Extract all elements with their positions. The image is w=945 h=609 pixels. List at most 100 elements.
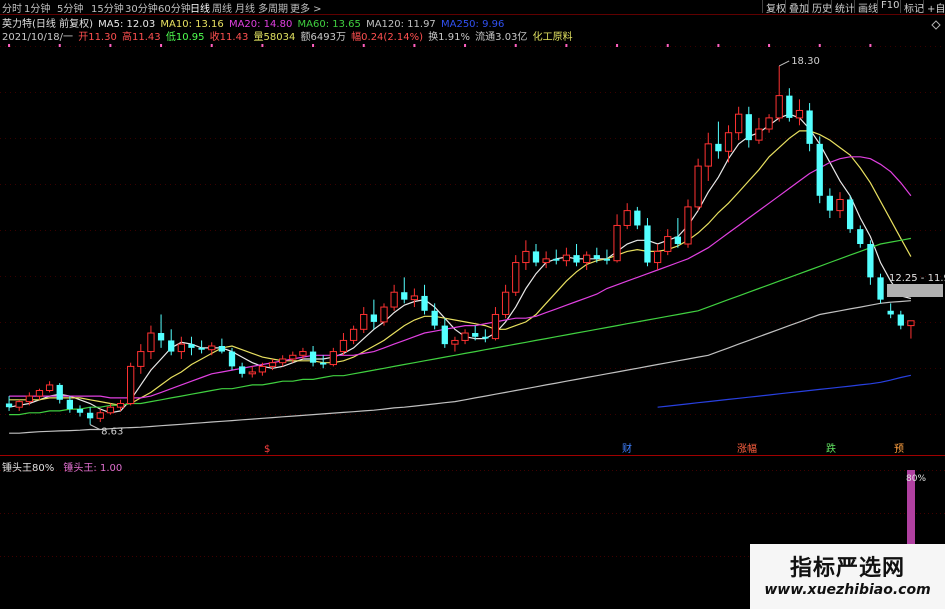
candle-up (279, 355, 287, 367)
candle-body (5, 403, 13, 408)
candle-down (867, 240, 874, 285)
candle-up (512, 255, 520, 296)
candle-down (826, 188, 834, 219)
candle-body (735, 113, 743, 134)
candle-body (320, 362, 327, 365)
candle-body (309, 351, 317, 363)
candle-up (653, 244, 662, 270)
candle-body (482, 336, 489, 339)
candle-up (127, 362, 135, 406)
candle-body (390, 291, 398, 308)
candle-body (724, 132, 733, 152)
candle-body (603, 258, 611, 261)
candle-down (532, 244, 540, 267)
candle-body (339, 339, 348, 353)
candle-down (66, 396, 74, 413)
candle-body (907, 320, 915, 327)
candle-up (491, 307, 500, 341)
candle-body (623, 210, 631, 226)
candle-up (360, 307, 368, 334)
top-tick-marker (261, 44, 264, 47)
candle-body (583, 254, 591, 264)
top-tick-marker (8, 44, 11, 47)
candle-body (795, 109, 804, 119)
candle-body (279, 358, 287, 364)
candle-body (491, 313, 500, 340)
candle-up (704, 132, 712, 181)
top-tick-marker (514, 44, 517, 47)
candle-up (451, 336, 459, 352)
top-tick-marker (717, 44, 720, 47)
event-marker: 财 (622, 442, 632, 455)
candle-body (826, 195, 834, 211)
candle-body (35, 390, 44, 397)
top-tick-marker (666, 44, 669, 47)
low-label: 8.63 (101, 427, 123, 438)
top-tick-marker (58, 44, 61, 47)
candle-body (715, 143, 722, 152)
kline-chart[interactable]: 18.30 8.63 12.25 - 11.95 $ 财 涨幅 跌 预 80% (0, 0, 945, 609)
candle-body (15, 401, 23, 408)
candle-down (786, 88, 793, 122)
candle-down (421, 284, 428, 315)
sub-indicator-title[interactable]: 锤头王80% (2, 463, 54, 474)
candle-body (218, 346, 226, 352)
candle-up (45, 381, 54, 393)
top-tick-marker (362, 44, 365, 47)
candle-up (664, 229, 672, 256)
candle-up (349, 325, 358, 345)
candle-down (56, 383, 63, 404)
candle-down (218, 338, 226, 354)
candle-body (441, 325, 448, 345)
candle-body (653, 250, 662, 264)
candle-body (289, 354, 297, 360)
sub-indicator-series-label: 锤头王: 1.00 (63, 463, 123, 474)
candle-body (684, 206, 692, 245)
candle-down (76, 405, 84, 417)
candle-body (349, 328, 358, 341)
candle-body (127, 365, 135, 404)
candle-body (897, 314, 904, 326)
candle-down (86, 407, 94, 425)
candle-body (694, 165, 702, 208)
candle-body (755, 128, 763, 141)
top-tick-marker (768, 44, 771, 47)
top-tick-marker (869, 44, 872, 47)
candle-body (816, 143, 823, 196)
candle-body (512, 262, 520, 293)
candle-body (867, 244, 874, 278)
event-marker: 涨幅 (737, 442, 757, 455)
top-tick-marker (413, 44, 416, 47)
candle-body (877, 277, 884, 300)
candle-body (86, 412, 94, 419)
candle-down (482, 329, 489, 343)
top-tick-marker (210, 44, 213, 47)
candle-body (644, 225, 651, 263)
candle-down (168, 329, 175, 356)
candle-up (380, 303, 388, 326)
candle-down (897, 310, 904, 330)
candle-down (857, 225, 864, 248)
candle-down (370, 299, 378, 330)
candle-body (188, 344, 195, 348)
candle-up (836, 192, 844, 219)
candle-body (461, 332, 469, 341)
candle-body (268, 362, 277, 367)
candle-body (177, 343, 185, 353)
candle-up (623, 203, 631, 230)
candle-up (390, 284, 398, 311)
candle-body (238, 366, 246, 374)
candle-up (613, 214, 621, 263)
candle-up (147, 325, 155, 359)
candle-body (421, 295, 428, 311)
candle-down (401, 277, 408, 304)
candle-down (634, 206, 641, 230)
candle-up (177, 336, 185, 359)
high-pointer (778, 60, 790, 67)
candle-body (370, 314, 378, 322)
watermark-url: www.xuezhibiao.com (764, 582, 931, 598)
candle-body (664, 236, 672, 252)
candle-body (56, 384, 63, 400)
candle-down (238, 362, 246, 378)
candle-body (106, 406, 115, 414)
